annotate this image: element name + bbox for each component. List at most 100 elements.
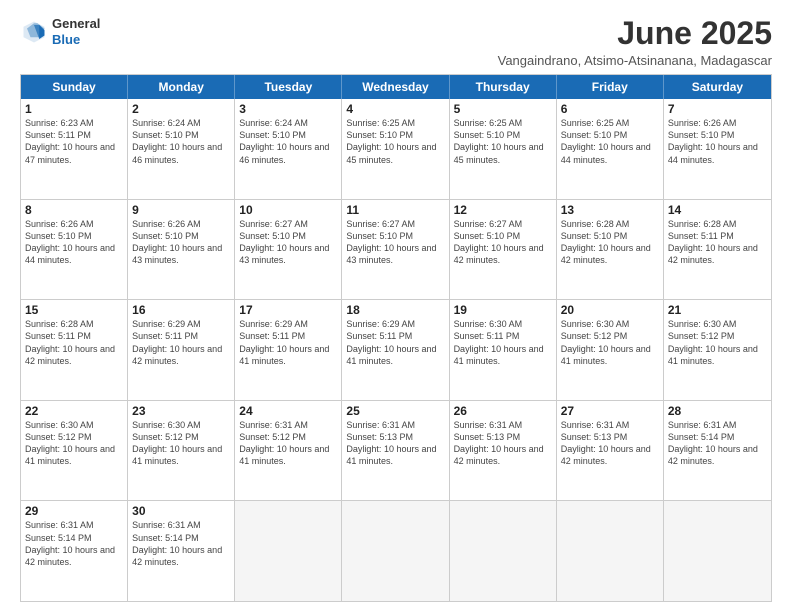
location-subtitle: Vangaindrano, Atsimo-Atsinanana, Madagas… xyxy=(498,53,772,68)
day-info: Sunrise: 6:29 AMSunset: 5:11 PMDaylight:… xyxy=(239,318,337,367)
day-info: Sunrise: 6:30 AMSunset: 5:12 PMDaylight:… xyxy=(25,419,123,468)
calendar-week-5: 29Sunrise: 6:31 AMSunset: 5:14 PMDayligh… xyxy=(21,501,771,601)
day-number: 7 xyxy=(668,102,767,116)
day-info: Sunrise: 6:24 AMSunset: 5:10 PMDaylight:… xyxy=(132,117,230,166)
day-number: 23 xyxy=(132,404,230,418)
day-number: 15 xyxy=(25,303,123,317)
day-number: 29 xyxy=(25,504,123,518)
calendar-cell: 8Sunrise: 6:26 AMSunset: 5:10 PMDaylight… xyxy=(21,200,128,300)
day-number: 3 xyxy=(239,102,337,116)
calendar-cell: 17Sunrise: 6:29 AMSunset: 5:11 PMDayligh… xyxy=(235,300,342,400)
day-info: Sunrise: 6:29 AMSunset: 5:11 PMDaylight:… xyxy=(132,318,230,367)
calendar-cell: 29Sunrise: 6:31 AMSunset: 5:14 PMDayligh… xyxy=(21,501,128,601)
day-info: Sunrise: 6:31 AMSunset: 5:14 PMDaylight:… xyxy=(132,519,230,568)
day-info: Sunrise: 6:25 AMSunset: 5:10 PMDaylight:… xyxy=(454,117,552,166)
day-number: 28 xyxy=(668,404,767,418)
day-number: 4 xyxy=(346,102,444,116)
calendar-body: 1Sunrise: 6:23 AMSunset: 5:11 PMDaylight… xyxy=(21,99,771,601)
calendar-cell: 3Sunrise: 6:24 AMSunset: 5:10 PMDaylight… xyxy=(235,99,342,199)
day-number: 30 xyxy=(132,504,230,518)
day-info: Sunrise: 6:30 AMSunset: 5:12 PMDaylight:… xyxy=(668,318,767,367)
header-day-friday: Friday xyxy=(557,75,664,99)
calendar: SundayMondayTuesdayWednesdayThursdayFrid… xyxy=(20,74,772,602)
calendar-cell: 25Sunrise: 6:31 AMSunset: 5:13 PMDayligh… xyxy=(342,401,449,501)
calendar-cell: 1Sunrise: 6:23 AMSunset: 5:11 PMDaylight… xyxy=(21,99,128,199)
day-info: Sunrise: 6:24 AMSunset: 5:10 PMDaylight:… xyxy=(239,117,337,166)
logo: General Blue xyxy=(20,16,100,47)
calendar-cell: 27Sunrise: 6:31 AMSunset: 5:13 PMDayligh… xyxy=(557,401,664,501)
calendar-cell: 13Sunrise: 6:28 AMSunset: 5:10 PMDayligh… xyxy=(557,200,664,300)
calendar-cell: 24Sunrise: 6:31 AMSunset: 5:12 PMDayligh… xyxy=(235,401,342,501)
calendar-cell xyxy=(342,501,449,601)
day-info: Sunrise: 6:27 AMSunset: 5:10 PMDaylight:… xyxy=(454,218,552,267)
day-number: 10 xyxy=(239,203,337,217)
day-info: Sunrise: 6:27 AMSunset: 5:10 PMDaylight:… xyxy=(346,218,444,267)
day-number: 9 xyxy=(132,203,230,217)
day-number: 19 xyxy=(454,303,552,317)
logo-text: General Blue xyxy=(52,16,100,47)
calendar-cell: 26Sunrise: 6:31 AMSunset: 5:13 PMDayligh… xyxy=(450,401,557,501)
calendar-cell: 4Sunrise: 6:25 AMSunset: 5:10 PMDaylight… xyxy=(342,99,449,199)
day-number: 21 xyxy=(668,303,767,317)
calendar-cell: 16Sunrise: 6:29 AMSunset: 5:11 PMDayligh… xyxy=(128,300,235,400)
logo-general: General xyxy=(52,16,100,32)
day-number: 1 xyxy=(25,102,123,116)
day-info: Sunrise: 6:31 AMSunset: 5:13 PMDaylight:… xyxy=(454,419,552,468)
day-number: 24 xyxy=(239,404,337,418)
calendar-cell xyxy=(664,501,771,601)
header-day-wednesday: Wednesday xyxy=(342,75,449,99)
day-info: Sunrise: 6:25 AMSunset: 5:10 PMDaylight:… xyxy=(346,117,444,166)
day-number: 22 xyxy=(25,404,123,418)
day-number: 13 xyxy=(561,203,659,217)
day-number: 17 xyxy=(239,303,337,317)
header-day-sunday: Sunday xyxy=(21,75,128,99)
day-number: 2 xyxy=(132,102,230,116)
calendar-cell: 9Sunrise: 6:26 AMSunset: 5:10 PMDaylight… xyxy=(128,200,235,300)
day-info: Sunrise: 6:26 AMSunset: 5:10 PMDaylight:… xyxy=(668,117,767,166)
calendar-cell: 30Sunrise: 6:31 AMSunset: 5:14 PMDayligh… xyxy=(128,501,235,601)
header-day-thursday: Thursday xyxy=(450,75,557,99)
logo-blue: Blue xyxy=(52,32,100,48)
day-info: Sunrise: 6:31 AMSunset: 5:13 PMDaylight:… xyxy=(561,419,659,468)
calendar-cell: 28Sunrise: 6:31 AMSunset: 5:14 PMDayligh… xyxy=(664,401,771,501)
day-number: 14 xyxy=(668,203,767,217)
calendar-cell: 6Sunrise: 6:25 AMSunset: 5:10 PMDaylight… xyxy=(557,99,664,199)
calendar-cell: 5Sunrise: 6:25 AMSunset: 5:10 PMDaylight… xyxy=(450,99,557,199)
day-info: Sunrise: 6:30 AMSunset: 5:11 PMDaylight:… xyxy=(454,318,552,367)
calendar-cell: 10Sunrise: 6:27 AMSunset: 5:10 PMDayligh… xyxy=(235,200,342,300)
calendar-header: SundayMondayTuesdayWednesdayThursdayFrid… xyxy=(21,75,771,99)
calendar-cell: 20Sunrise: 6:30 AMSunset: 5:12 PMDayligh… xyxy=(557,300,664,400)
day-number: 11 xyxy=(346,203,444,217)
calendar-cell: 23Sunrise: 6:30 AMSunset: 5:12 PMDayligh… xyxy=(128,401,235,501)
calendar-cell: 18Sunrise: 6:29 AMSunset: 5:11 PMDayligh… xyxy=(342,300,449,400)
calendar-cell: 11Sunrise: 6:27 AMSunset: 5:10 PMDayligh… xyxy=(342,200,449,300)
day-info: Sunrise: 6:26 AMSunset: 5:10 PMDaylight:… xyxy=(25,218,123,267)
day-info: Sunrise: 6:23 AMSunset: 5:11 PMDaylight:… xyxy=(25,117,123,166)
day-number: 26 xyxy=(454,404,552,418)
header-day-saturday: Saturday xyxy=(664,75,771,99)
day-info: Sunrise: 6:31 AMSunset: 5:12 PMDaylight:… xyxy=(239,419,337,468)
day-number: 12 xyxy=(454,203,552,217)
page-header: General Blue June 2025 Vangaindrano, Ats… xyxy=(20,16,772,68)
calendar-cell: 12Sunrise: 6:27 AMSunset: 5:10 PMDayligh… xyxy=(450,200,557,300)
day-info: Sunrise: 6:31 AMSunset: 5:13 PMDaylight:… xyxy=(346,419,444,468)
calendar-cell xyxy=(450,501,557,601)
calendar-cell: 2Sunrise: 6:24 AMSunset: 5:10 PMDaylight… xyxy=(128,99,235,199)
calendar-cell: 21Sunrise: 6:30 AMSunset: 5:12 PMDayligh… xyxy=(664,300,771,400)
calendar-week-3: 15Sunrise: 6:28 AMSunset: 5:11 PMDayligh… xyxy=(21,300,771,401)
day-info: Sunrise: 6:31 AMSunset: 5:14 PMDaylight:… xyxy=(668,419,767,468)
day-number: 16 xyxy=(132,303,230,317)
day-info: Sunrise: 6:31 AMSunset: 5:14 PMDaylight:… xyxy=(25,519,123,568)
day-info: Sunrise: 6:28 AMSunset: 5:10 PMDaylight:… xyxy=(561,218,659,267)
calendar-cell: 7Sunrise: 6:26 AMSunset: 5:10 PMDaylight… xyxy=(664,99,771,199)
calendar-cell: 22Sunrise: 6:30 AMSunset: 5:12 PMDayligh… xyxy=(21,401,128,501)
calendar-cell: 19Sunrise: 6:30 AMSunset: 5:11 PMDayligh… xyxy=(450,300,557,400)
calendar-page: General Blue June 2025 Vangaindrano, Ats… xyxy=(0,0,792,612)
day-info: Sunrise: 6:28 AMSunset: 5:11 PMDaylight:… xyxy=(668,218,767,267)
day-info: Sunrise: 6:30 AMSunset: 5:12 PMDaylight:… xyxy=(561,318,659,367)
day-number: 27 xyxy=(561,404,659,418)
calendar-week-4: 22Sunrise: 6:30 AMSunset: 5:12 PMDayligh… xyxy=(21,401,771,502)
day-info: Sunrise: 6:28 AMSunset: 5:11 PMDaylight:… xyxy=(25,318,123,367)
day-info: Sunrise: 6:26 AMSunset: 5:10 PMDaylight:… xyxy=(132,218,230,267)
day-number: 25 xyxy=(346,404,444,418)
